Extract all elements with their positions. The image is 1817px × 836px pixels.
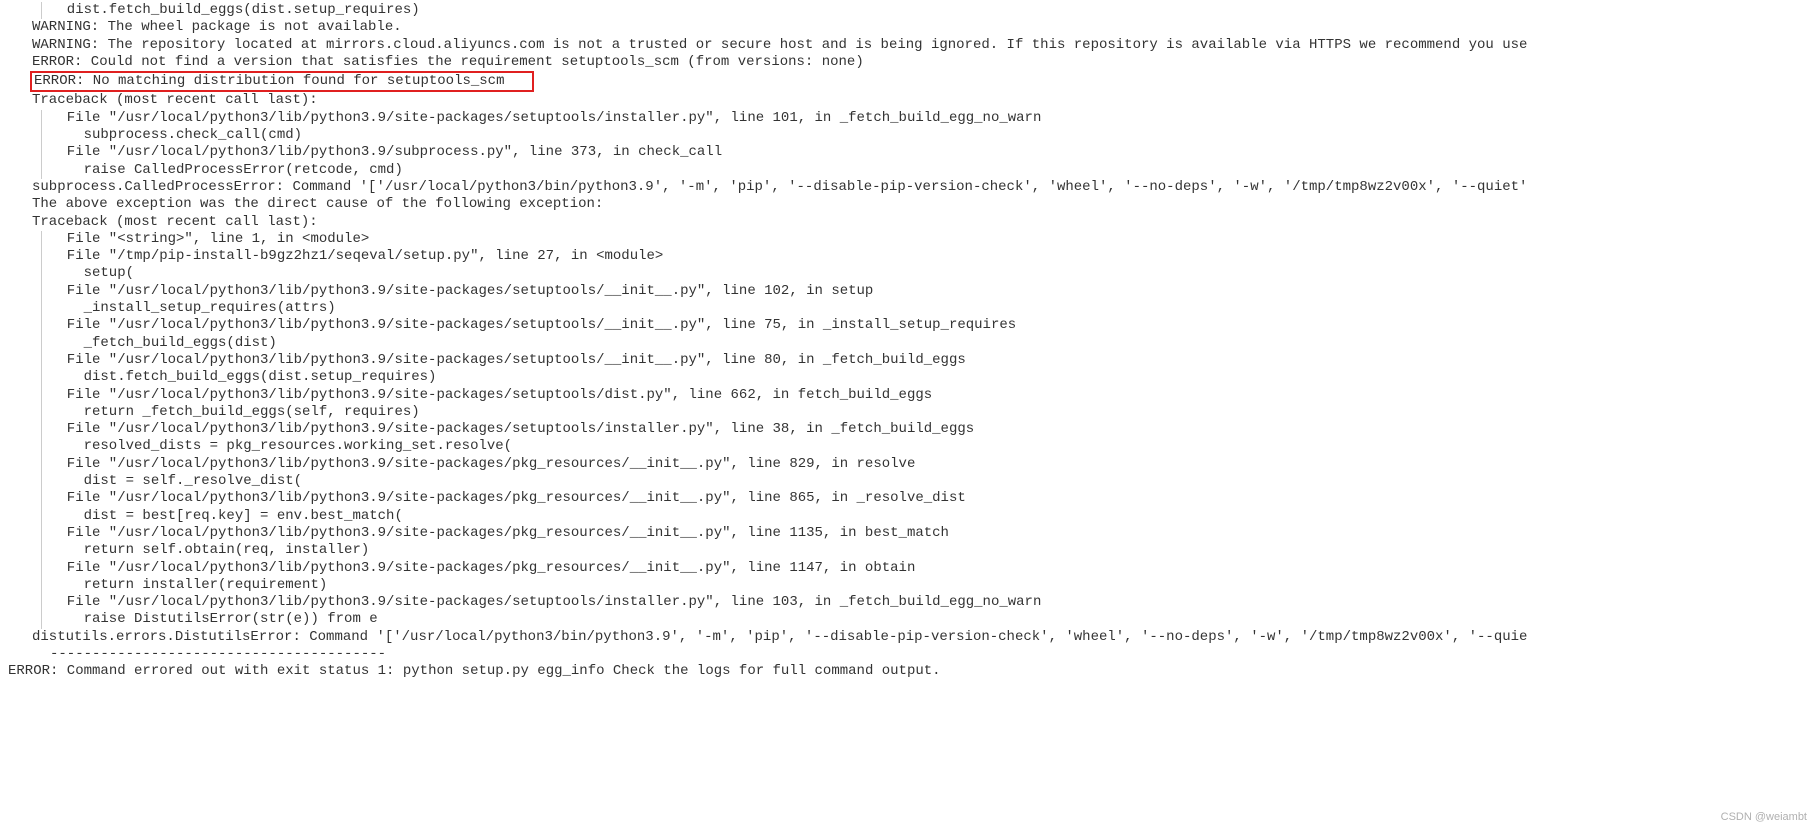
traceback-code: dist.fetch_build_eggs(dist.setup_require… — [42, 369, 436, 386]
traceback-code: raise CalledProcessError(retcode, cmd) — [42, 162, 403, 179]
traceback-code: dist = best[req.key] = env.best_match( — [42, 508, 403, 525]
traceback-code: return _fetch_build_eggs(self, requires) — [42, 404, 420, 421]
traceback-code: subprocess.check_call(cmd) — [42, 127, 302, 144]
log-line: subprocess.CalledProcessError: Command '… — [0, 179, 1817, 196]
traceback-file: File "/usr/local/python3/lib/python3.9/s… — [42, 421, 974, 438]
traceback-file: File "/usr/local/python3/lib/python3.9/s… — [42, 110, 1041, 127]
traceback-file: File "/tmp/pip-install-b9gz2hz1/seqeval/… — [42, 248, 663, 265]
log-line: WARNING: The repository located at mirro… — [0, 37, 1817, 54]
gutter — [0, 473, 42, 490]
gutter — [0, 231, 42, 248]
traceback-file: File "/usr/local/python3/lib/python3.9/s… — [42, 490, 966, 507]
log-line: dist.fetch_build_eggs(dist.setup_require… — [42, 2, 420, 19]
gutter — [0, 594, 42, 611]
gutter — [0, 144, 42, 161]
log-line-error: ERROR: Could not find a version that sat… — [0, 54, 1817, 71]
gutter — [0, 611, 42, 628]
traceback-file: File "/usr/local/python3/lib/python3.9/s… — [42, 594, 1041, 611]
log-line: distutils.errors.DistutilsError: Command… — [0, 629, 1817, 646]
gutter — [0, 162, 42, 179]
traceback-header: Traceback (most recent call last): — [0, 92, 1817, 109]
traceback-code: setup( — [42, 265, 134, 282]
separator-line: ---------------------------------------- — [0, 646, 1817, 663]
gutter — [0, 525, 42, 542]
traceback-code: dist = self._resolve_dist( — [42, 473, 302, 490]
traceback-file: File "/usr/local/python3/lib/python3.9/s… — [42, 387, 932, 404]
gutter — [0, 300, 42, 317]
traceback-file: File "/usr/local/python3/lib/python3.9/s… — [42, 525, 949, 542]
gutter — [0, 490, 42, 507]
traceback-file: File "/usr/local/python3/lib/python3.9/s… — [42, 456, 915, 473]
gutter — [0, 265, 42, 282]
gutter — [0, 387, 42, 404]
traceback-code: return installer(requirement) — [42, 577, 327, 594]
gutter — [0, 127, 42, 144]
watermark: CSDN @weiambt — [1721, 809, 1807, 826]
terminal-output[interactable]: dist.fetch_build_eggs(dist.setup_require… — [0, 0, 1817, 681]
traceback-header: Traceback (most recent call last): — [0, 214, 1817, 231]
traceback-file: File "/usr/local/python3/lib/python3.9/s… — [42, 317, 1016, 334]
log-line-highlighted: ERROR: No matching distribution found fo… — [0, 71, 1817, 92]
traceback-file: File "/usr/local/python3/lib/python3.9/s… — [42, 352, 966, 369]
gutter — [0, 508, 42, 525]
gutter — [0, 404, 42, 421]
traceback-file: File "/usr/local/python3/lib/python3.9/s… — [42, 283, 873, 300]
gutter — [0, 560, 42, 577]
log-line: The above exception was the direct cause… — [0, 196, 1817, 213]
gutter — [0, 317, 42, 334]
traceback-code: return self.obtain(req, installer) — [42, 542, 369, 559]
gutter — [0, 2, 42, 19]
gutter — [0, 335, 42, 352]
gutter — [0, 456, 42, 473]
error-highlight-box: ERROR: No matching distribution found fo… — [30, 71, 534, 92]
gutter — [0, 110, 42, 127]
gutter — [0, 542, 42, 559]
traceback-code: _install_setup_requires(attrs) — [42, 300, 336, 317]
traceback-code: _fetch_build_eggs(dist) — [42, 335, 277, 352]
traceback-code: resolved_dists = pkg_resources.working_s… — [42, 438, 512, 455]
gutter — [0, 369, 42, 386]
gutter — [0, 248, 42, 265]
gutter — [0, 352, 42, 369]
gutter — [0, 438, 42, 455]
gutter — [0, 577, 42, 594]
traceback-file: File "<string>", line 1, in <module> — [42, 231, 369, 248]
gutter — [0, 421, 42, 438]
traceback-file: File "/usr/local/python3/lib/python3.9/s… — [42, 560, 915, 577]
traceback-file: File "/usr/local/python3/lib/python3.9/s… — [42, 144, 722, 161]
log-line: WARNING: The wheel package is not availa… — [0, 19, 1817, 36]
traceback-code: raise DistutilsError(str(e)) from e — [42, 611, 378, 628]
gutter — [0, 283, 42, 300]
final-error-line: ERROR: Command errored out with exit sta… — [0, 663, 1817, 680]
